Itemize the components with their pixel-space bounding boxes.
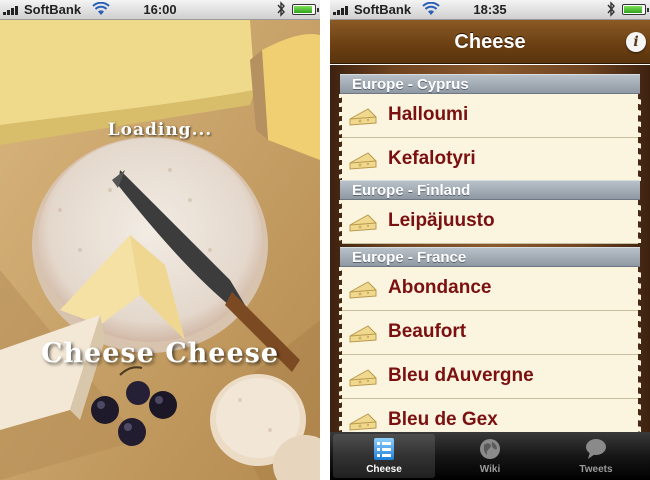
speech-bubble-icon [586, 439, 606, 459]
cheese-wedge-icon [349, 281, 377, 299]
section-header: Europe - Cyprus [340, 74, 640, 94]
cheese-list-screen: SoftBank 18:35 Cheese i Europe - Cyprus … [330, 0, 650, 480]
tab-label: Wiki [479, 464, 501, 475]
globe-icon [480, 439, 500, 459]
list-item[interactable]: Bleu de Gex [339, 399, 641, 432]
status-time: 18:35 [473, 2, 507, 17]
tab-tweets[interactable]: Tweets [545, 434, 647, 478]
splash-screen: SoftBank 16:00 Loading... Cheese Cheese [0, 0, 320, 480]
list-item-label: Halloumi [388, 104, 469, 125]
list-item[interactable]: Kefalotyri [339, 138, 641, 182]
section-header: Europe - France [340, 247, 640, 267]
tab-cheese[interactable]: Cheese [333, 434, 435, 478]
cheese-wedge-icon [349, 369, 377, 387]
list-item-label: Bleu de Gex [388, 409, 498, 430]
cheese-list[interactable]: Europe - Cyprus Halloumi Kefalotyri Euro… [330, 65, 650, 432]
tab-bar: Cheese Wiki Tweets [330, 432, 650, 480]
section-header: Europe - Finland [340, 180, 640, 200]
list-icon [374, 438, 394, 460]
status-bar: SoftBank 18:35 [330, 0, 650, 20]
cheese-wedge-icon [349, 152, 377, 170]
cheese-board-illustration [0, 20, 320, 480]
splash-app-title: Cheese Cheese [40, 338, 280, 369]
list-item-label: Kefalotyri [388, 148, 476, 169]
info-button[interactable]: i [626, 32, 646, 52]
bluetooth-icon [607, 1, 615, 17]
cheese-wedge-icon [349, 108, 377, 126]
splash-background: Loading... Cheese Cheese [0, 20, 320, 480]
tab-label: Tweets [579, 464, 613, 475]
list-item[interactable]: Halloumi [339, 94, 641, 138]
status-bar: SoftBank 16:00 [0, 0, 320, 20]
cheese-wedge-icon [349, 413, 377, 431]
navigation-bar: Cheese i [330, 20, 650, 64]
battery-icon [622, 4, 649, 15]
loading-text: Loading... [107, 120, 213, 140]
list-item[interactable]: Abondance [339, 267, 641, 311]
list-item[interactable]: Beaufort [339, 311, 641, 355]
bluetooth-icon [277, 1, 285, 17]
cheese-wedge-icon [349, 214, 377, 232]
list-item-label: Beaufort [388, 321, 467, 342]
list-item[interactable]: Leipäjuusto [339, 200, 641, 244]
list-item-label: Abondance [388, 277, 492, 298]
status-time: 16:00 [143, 2, 177, 17]
list-item[interactable]: Bleu dAuvergne [339, 355, 641, 399]
nav-title: Cheese [454, 31, 526, 53]
list-item-label: Bleu dAuvergne [388, 365, 534, 386]
list-item-label: Leipäjuusto [388, 210, 495, 231]
tab-wiki[interactable]: Wiki [439, 434, 541, 478]
cheese-wedge-icon [349, 325, 377, 343]
tab-label: Cheese [366, 464, 402, 475]
battery-icon [292, 4, 319, 15]
